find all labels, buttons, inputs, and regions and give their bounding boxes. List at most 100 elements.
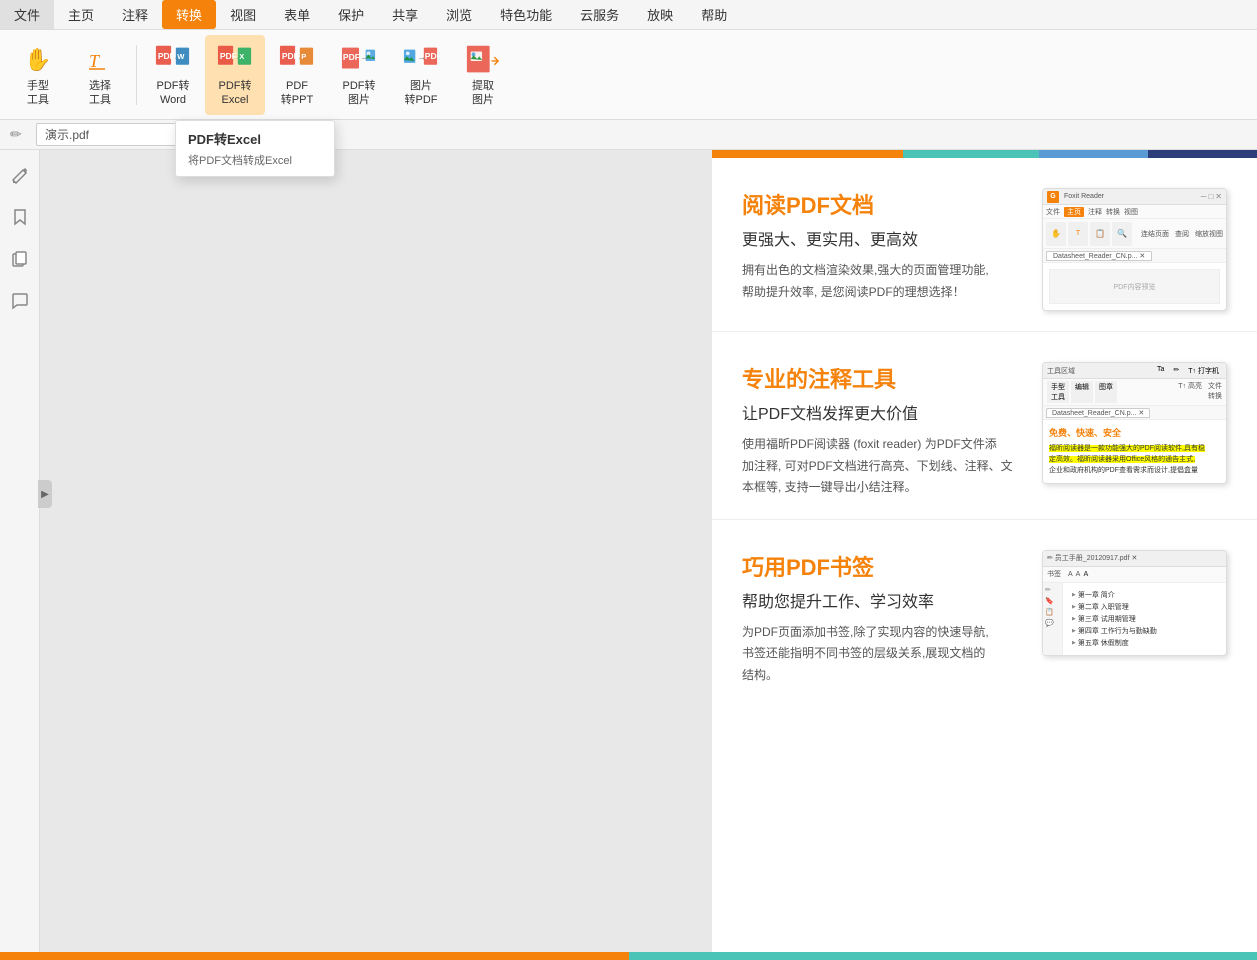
feature-annotation-title: 专业的注释工具 xyxy=(742,362,1022,394)
menu-share[interactable]: 共享 xyxy=(378,0,432,29)
pdf-to-excel-button[interactable]: PDF → X PDF转Excel xyxy=(205,35,265,115)
select-icon: T xyxy=(82,42,118,78)
svg-text:T: T xyxy=(89,51,101,71)
toolbar: ✋ 手型工具 T 选择工具 PDF → W PDF转Word xyxy=(0,30,1257,120)
color-segment-teal xyxy=(903,150,1039,158)
sidebar-bookmark-icon[interactable] xyxy=(5,202,35,232)
pdf-to-ppt-button[interactable]: PDF → P PDF转PPT xyxy=(267,35,327,115)
menu-protect[interactable]: 保护 xyxy=(324,0,378,29)
feature-read-desc: 拥有出色的文档渲染效果,强大的页面管理功能,帮助提升效率, 是您阅读PDF的理想… xyxy=(742,260,1022,303)
mini-bm-titlebar: ✏ 员工手册_20120917.pdf ✕ xyxy=(1043,551,1226,567)
menu-home[interactable]: 主页 xyxy=(54,0,108,29)
mini-app-bookmark: ✏ 员工手册_20120917.pdf ✕ 书签 AAA ✏ 🔖 xyxy=(1042,550,1227,656)
sidebar-pencil-icon[interactable] xyxy=(5,160,35,190)
bm-item-3: 第三章 试用期管理 xyxy=(1069,613,1220,625)
color-bar xyxy=(712,150,1257,158)
mini-app-read: G Foxit Reader ─ □ ✕ 文件 主页 xyxy=(1042,188,1227,311)
sidebar-copy-icon[interactable] xyxy=(5,244,35,274)
bottom-segment-orange xyxy=(0,952,629,960)
feature-annotation-content: 专业的注释工具 让PDF文档发挥更大价值 使用福昕PDF阅读器 (foxit r… xyxy=(742,362,1227,499)
feature-bookmark-title: 巧用PDF书签 xyxy=(742,550,1022,582)
pdf-image-icon: PDF → xyxy=(341,42,377,78)
menu-features[interactable]: 特色功能 xyxy=(486,0,566,29)
mini-anno-tab-bar: Datasheet_Reader_CN.p... ✕ xyxy=(1043,406,1226,420)
sidebar xyxy=(0,150,40,960)
feature-bookmark-subtitle: 帮助您提升工作、学习效率 xyxy=(742,588,1022,612)
mini-content-read: PDF内容预览 xyxy=(1043,263,1226,310)
mini-bm-content: 第一章 简介 第二章 入职管理 第三章 试用期管理 第四章 工作行为与勤缺勤 第… xyxy=(1063,583,1226,655)
menu-view[interactable]: 视图 xyxy=(216,0,270,29)
feature-read-section: 阅读PDF文档 更强大、更实用、更高效 拥有出色的文档渲染效果,强大的页面管理功… xyxy=(712,158,1257,332)
mini-app-annotation: 工具区域 Ta ✏ T↑ 打字机 手型工具 编辑 图章 xyxy=(1042,362,1227,484)
collapse-arrow[interactable]: ▶ xyxy=(38,480,52,508)
menu-annotation[interactable]: 注释 xyxy=(108,0,162,29)
feature-annotation-desc: 使用福昕PDF阅读器 (foxit reader) 为PDF文件添加注释, 可对… xyxy=(742,434,1022,499)
menu-help[interactable]: 帮助 xyxy=(687,0,741,29)
tooltip-dropdown: PDF转Excel 将PDF文档转成Excel xyxy=(175,120,335,177)
feature-read-preview: G Foxit Reader ─ □ ✕ 文件 主页 xyxy=(1042,188,1227,311)
hand-icon: ✋ xyxy=(20,42,56,78)
svg-text:PDF: PDF xyxy=(343,52,360,62)
feature-annotation-section: 专业的注释工具 让PDF文档发挥更大价值 使用福昕PDF阅读器 (foxit r… xyxy=(712,332,1257,520)
bm-item-4: 第四章 工作行为与勤缺勤 xyxy=(1069,625,1220,637)
bottom-segment-teal xyxy=(629,952,1257,960)
pdf-excel-icon: PDF → X xyxy=(217,42,253,78)
mini-toolbar: ✋ T 📋 🔍 连结页面 查阅 缩放视图 xyxy=(1043,219,1226,249)
pdf-to-image-button[interactable]: PDF → PDF转图片 xyxy=(329,35,389,115)
menu-convert[interactable]: 转换 xyxy=(162,0,216,29)
bm-item-1: 第一章 简介 xyxy=(1069,589,1220,601)
pdf-to-word-button[interactable]: PDF → W PDF转Word xyxy=(143,35,203,115)
feature-bookmark-preview: ✏ 员工手册_20120917.pdf ✕ 书签 AAA ✏ 🔖 xyxy=(1042,550,1227,656)
main-area: ▶ 阅读PDF文档 更强大、更实用、更高效 拥有出色的文档渲染效果,强大的页面管… xyxy=(0,150,1257,960)
right-panel: 阅读PDF文档 更强大、更实用、更高效 拥有出色的文档渲染效果,强大的页面管理功… xyxy=(712,150,1257,960)
pdf-to-ppt-label: PDF转PPT xyxy=(281,80,313,106)
feature-annotation-text: 专业的注释工具 让PDF文档发挥更大价值 使用福昕PDF阅读器 (foxit r… xyxy=(742,362,1022,499)
select-tool-button[interactable]: T 选择工具 xyxy=(70,35,130,115)
mini-tab-bar: Datasheet_Reader_CN.p... ✕ xyxy=(1043,249,1226,263)
toolbar-sep-1 xyxy=(136,45,137,105)
image-to-pdf-label: 图片转PDF xyxy=(405,80,438,106)
pdf-to-word-label: PDF转Word xyxy=(157,80,190,106)
menu-file[interactable]: 文件 xyxy=(0,0,54,29)
feature-bookmark-desc: 为PDF页面添加书签,除了实现内容的快速导航,书签还能指明不同书签的层级关系,展… xyxy=(742,622,1022,687)
feature-read-subtitle: 更强大、更实用、更高效 xyxy=(742,226,1022,250)
color-segment-darkblue xyxy=(1148,150,1257,158)
image-to-pdf-button[interactable]: → PDF 图片转PDF xyxy=(391,35,451,115)
svg-text:W: W xyxy=(177,52,185,61)
bm-item-5: 第五章 休假制度 xyxy=(1069,637,1220,649)
tooltip-desc: 将PDF文档转成Excel xyxy=(188,152,322,168)
menu-browse[interactable]: 浏览 xyxy=(432,0,486,29)
tooltip-title: PDF转Excel xyxy=(188,129,322,148)
menubar: 文件 主页 注释 转换 视图 表单 保护 共享 浏览 特色功能 云服务 放映 帮… xyxy=(0,0,1257,30)
menu-form[interactable]: 表单 xyxy=(270,0,324,29)
color-segment-blue xyxy=(1039,150,1148,158)
feature-read-title: 阅读PDF文档 xyxy=(742,188,1022,220)
feature-bookmark-text: 巧用PDF书签 帮助您提升工作、学习效率 为PDF页面添加书签,除了实现内容的快… xyxy=(742,550,1022,687)
extract-image-label: 提取图片 xyxy=(472,80,494,106)
feature-annotation-preview: 工具区域 Ta ✏ T↑ 打字机 手型工具 编辑 图章 xyxy=(1042,362,1227,484)
sidebar-comment-icon[interactable] xyxy=(5,286,35,316)
svg-text:P: P xyxy=(301,52,306,61)
extract-image-button[interactable]: 提取图片 xyxy=(453,35,513,115)
menu-cloud[interactable]: 云服务 xyxy=(566,0,633,29)
mini-anno-titlebar: 工具区域 Ta ✏ T↑ 打字机 xyxy=(1043,363,1226,379)
pdf-to-excel-label: PDF转Excel xyxy=(219,80,252,106)
mini-anno-content: 免费、快速、安全 福昕阅读器是一款功能强大的PDF阅读软件,具有稳 定高效。福昕… xyxy=(1043,420,1226,483)
menu-slideshow[interactable]: 放映 xyxy=(633,0,687,29)
filename-display: 演示.pdf xyxy=(36,123,196,146)
bm-item-2: 第二章 入职管理 xyxy=(1069,601,1220,613)
svg-text:X: X xyxy=(239,52,244,61)
hand-tool-label: 手型工具 xyxy=(27,80,49,106)
hand-tool-button[interactable]: ✋ 手型工具 xyxy=(8,35,68,115)
mini-logo: G xyxy=(1047,191,1059,203)
pdf-ppt-icon: PDF → P xyxy=(279,42,315,78)
feature-read-content: 阅读PDF文档 更强大、更实用、更高效 拥有出色的文档渲染效果,强大的页面管理功… xyxy=(742,188,1227,311)
mini-menubar: 文件 主页 注释 转换 视图 xyxy=(1043,205,1226,219)
feature-read-text: 阅读PDF文档 更强大、更实用、更高效 拥有出色的文档渲染效果,强大的页面管理功… xyxy=(742,188,1022,303)
pdf-to-image-label: PDF转图片 xyxy=(343,80,376,106)
feature-bookmark-content: 巧用PDF书签 帮助您提升工作、学习效率 为PDF页面添加书签,除了实现内容的快… xyxy=(742,550,1227,687)
edit-icon: ✏ xyxy=(10,126,28,144)
color-segment-orange xyxy=(712,150,903,158)
image-pdf-icon: → PDF xyxy=(403,42,439,78)
pdf-word-icon: PDF → W xyxy=(155,42,191,78)
